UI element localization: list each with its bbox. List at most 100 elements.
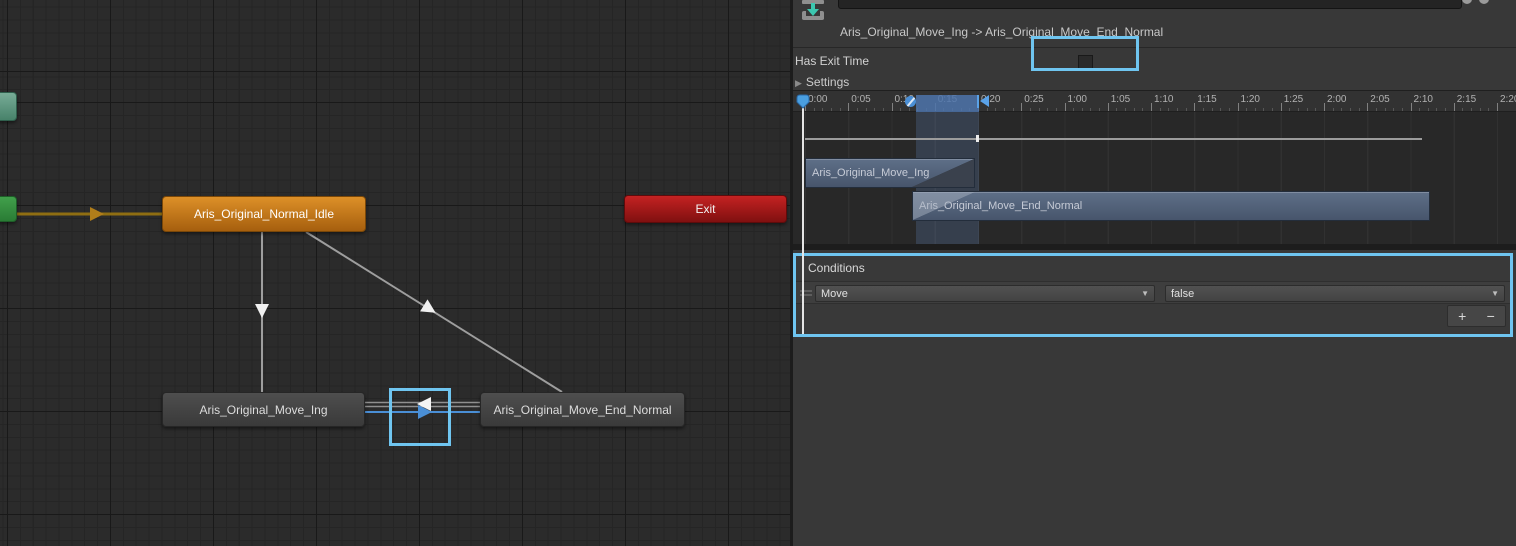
condition-parameter-value: Move (816, 288, 1141, 300)
clip-move-end[interactable]: Aris_Original_Move_End_Normal (912, 191, 1430, 221)
ruler-minor-tick (1298, 108, 1299, 111)
preview-line (805, 138, 1422, 140)
ruler-tick (848, 103, 849, 111)
dropdown-arrow-icon: ▼ (1491, 289, 1504, 298)
condition-value-dropdown[interactable]: false ▼ (1165, 285, 1505, 302)
transition-duration-region[interactable] (916, 95, 979, 112)
ruler-minor-tick (883, 108, 884, 111)
dropdown-arrow-icon: ▼ (1141, 289, 1154, 298)
ruler-tick (1151, 103, 1152, 111)
header-field[interactable] (838, 0, 1462, 9)
ruler-minor-tick (874, 108, 875, 111)
ruler-minor-tick (1186, 108, 1187, 111)
ruler-minor-tick (1220, 108, 1221, 111)
timeline-ruler[interactable]: 0:000:050:100:150:200:251:001:051:101:15… (793, 91, 1516, 112)
ruler-label: 2:05 (1370, 94, 1389, 105)
arrowhead-entry-icon (90, 207, 104, 221)
ruler-minor-tick (1142, 108, 1143, 111)
transition-end-handle-icon[interactable] (977, 95, 990, 108)
ruler-minor-tick (1255, 108, 1256, 111)
ruler-minor-tick (1090, 108, 1091, 111)
help-icon[interactable] (1479, 0, 1489, 4)
ruler-minor-tick (1385, 108, 1386, 111)
node-any-state[interactable] (0, 92, 17, 121)
ruler-minor-tick (1289, 108, 1290, 111)
add-condition-button[interactable]: + (1448, 306, 1477, 326)
ruler-minor-tick (1445, 108, 1446, 111)
ruler-label: 1:20 (1241, 94, 1260, 105)
node-exit-label: Exit (695, 202, 715, 216)
ruler-minor-tick (1073, 108, 1074, 111)
has-exit-time-checkbox[interactable] (1078, 55, 1093, 70)
settings-foldout[interactable]: ▶ Settings (795, 75, 849, 89)
ruler-minor-tick (1047, 108, 1048, 111)
ruler-minor-tick (995, 108, 996, 111)
ruler-minor-tick (1082, 108, 1083, 111)
ruler-minor-tick (1099, 108, 1100, 111)
ruler-minor-tick (1004, 108, 1005, 111)
ruler-minor-tick (822, 108, 823, 111)
ruler-label: 2:15 (1457, 94, 1476, 105)
crossfade-out-shade (912, 159, 974, 187)
edge-entry-to-idle[interactable] (17, 207, 162, 221)
ruler-label: 1:00 (1068, 94, 1087, 105)
ruler-label: 1:15 (1197, 94, 1216, 105)
ruler-minor-tick (1030, 108, 1031, 111)
ruler-minor-tick (1333, 108, 1334, 111)
ruler-minor-tick (1229, 108, 1230, 111)
ruler-minor-tick (1341, 108, 1342, 111)
ruler-minor-tick (1168, 108, 1169, 111)
node-idle[interactable]: Aris_Original_Normal_Idle (162, 196, 366, 232)
ruler-minor-tick (1134, 108, 1135, 111)
ruler-label: 0:00 (808, 94, 827, 105)
ruler-tick (1454, 103, 1455, 111)
node-move-ing[interactable]: Aris_Original_Move_Ing (162, 392, 365, 427)
transition-icon (800, 0, 826, 20)
edge-idle-to-move-end[interactable] (306, 232, 562, 392)
ruler-minor-tick (1013, 108, 1014, 111)
ruler-tick (892, 103, 893, 111)
node-move-end-label: Aris_Original_Move_End_Normal (493, 403, 671, 417)
ruler-minor-tick (1203, 108, 1204, 111)
ruler-tick (1281, 103, 1282, 111)
clip-move-ing-label: Aris_Original_Move_Ing (806, 167, 929, 179)
foldout-arrow-icon: ▶ (795, 78, 802, 89)
settings-label: Settings (806, 75, 849, 89)
condition-parameter-dropdown[interactable]: Move ▼ (815, 285, 1155, 302)
ruler-minor-tick (1462, 108, 1463, 111)
node-move-end[interactable]: Aris_Original_Move_End_Normal (480, 392, 685, 427)
ruler-label: 1:10 (1154, 94, 1173, 105)
ruler-tick (1238, 103, 1239, 111)
preset-icon[interactable] (1462, 0, 1472, 4)
ruler-minor-tick (1402, 108, 1403, 111)
ruler-minor-tick (987, 108, 988, 111)
ruler-minor-tick (1272, 108, 1273, 111)
ruler-minor-tick (1428, 108, 1429, 111)
conditions-section: Conditions Move ▼ false ▼ + − (793, 253, 1513, 337)
node-move-ing-label: Aris_Original_Move_Ing (199, 403, 327, 417)
ruler-minor-tick (831, 108, 832, 111)
edge-idle-to-move-ing[interactable] (255, 232, 269, 392)
conditions-title: Conditions (808, 261, 865, 275)
condition-row[interactable]: Move ▼ false ▼ (796, 281, 1510, 304)
ruler-minor-tick (1177, 108, 1178, 111)
arrowhead-diagonal-icon (420, 299, 436, 312)
ruler-minor-tick (1471, 108, 1472, 111)
node-exit[interactable]: Exit (624, 195, 787, 223)
transition-start-handle-icon[interactable] (905, 96, 916, 107)
playhead-icon[interactable] (796, 94, 810, 109)
ruler-label: 2:10 (1414, 94, 1433, 105)
ruler-label: 1:25 (1284, 94, 1303, 105)
node-entry[interactable] (0, 196, 17, 222)
clip-move-ing[interactable]: Aris_Original_Move_Ing (805, 158, 975, 188)
ruler-tick (1108, 103, 1109, 111)
condition-value: false (1166, 288, 1491, 300)
ruler-minor-tick (1160, 108, 1161, 111)
ruler-minor-tick (1488, 108, 1489, 111)
state-machine-graph[interactable]: Aris_Original_Normal_Idle Exit Aris_Orig… (0, 0, 790, 546)
crossfade-in-shade (913, 192, 975, 220)
remove-condition-button[interactable]: − (1477, 306, 1506, 326)
ruler-minor-tick (1246, 108, 1247, 111)
ruler-minor-tick (909, 108, 910, 111)
transition-title: Aris_Original_Move_Ing -> Aris_Original_… (840, 25, 1163, 39)
